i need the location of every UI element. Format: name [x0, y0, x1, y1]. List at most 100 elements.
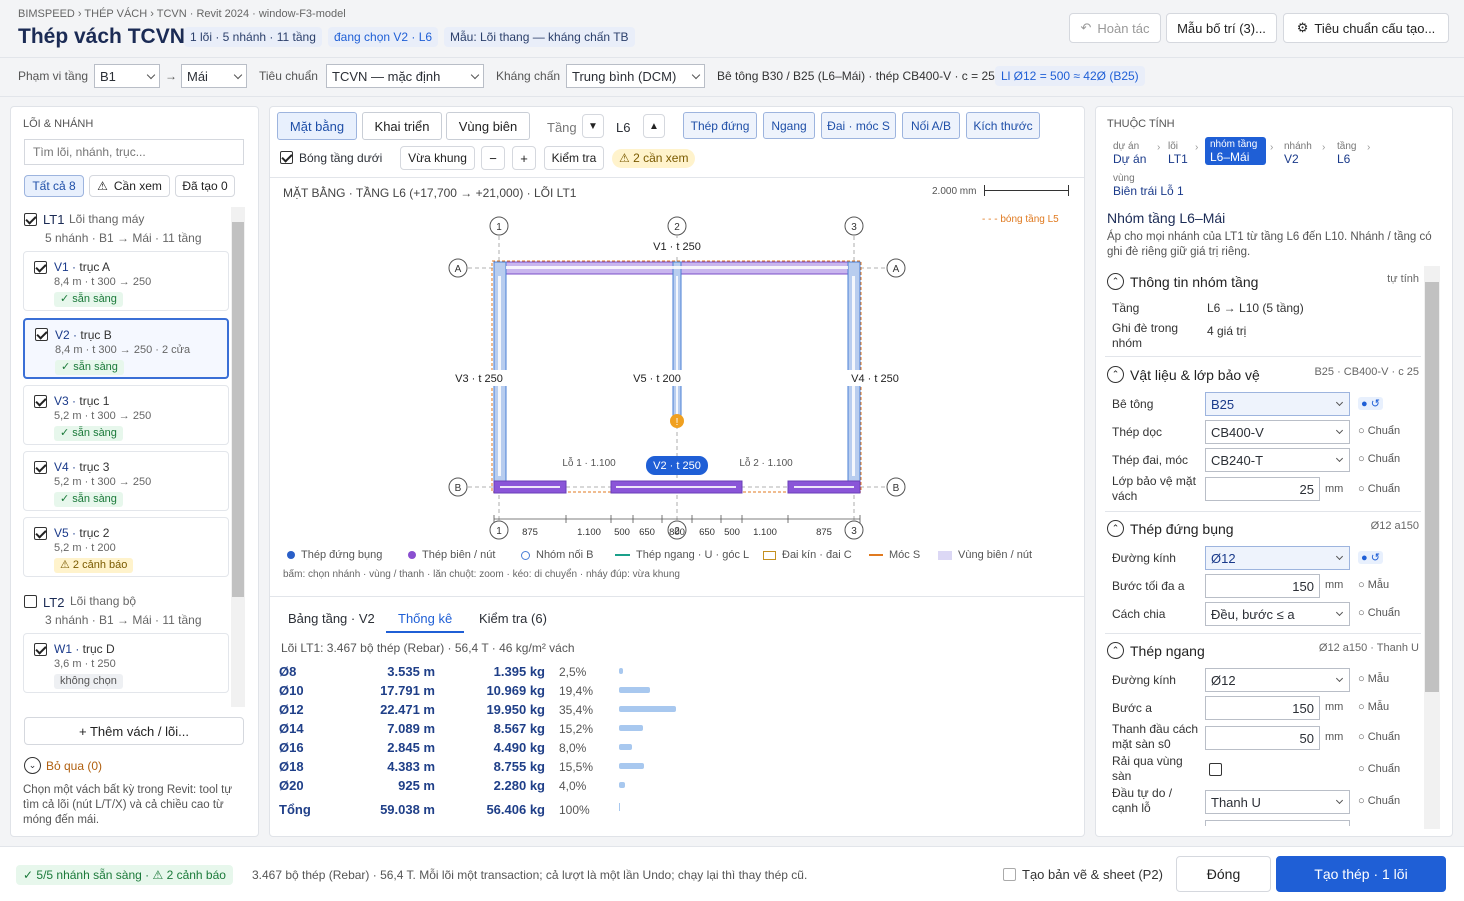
undo-button[interactable]: ↶ Hoàn tác	[1069, 13, 1161, 43]
add-wall-button[interactable]: + Thêm vách / lõi...	[24, 717, 244, 745]
wall-checkbox[interactable]	[34, 461, 47, 474]
wall-card-v1[interactable]: V1 · trục A 8,4 m · t 300 → 250 ✓ sẵn sàng	[23, 251, 229, 311]
crumb-floor-group[interactable]: nhóm tầng L6–Mái	[1205, 137, 1266, 165]
props-scroll-thumb[interactable]	[1425, 282, 1439, 692]
wall-checkbox[interactable]	[34, 527, 47, 540]
chevron-down-icon	[1335, 608, 1344, 617]
distribution-select[interactable]: Đều, bước ≤ a	[1205, 602, 1350, 626]
wall-card-v5[interactable]: V5 · trục 2 5,2 m · t 200 ⚠ 2 cảnh báo	[23, 517, 229, 577]
filter-all-button[interactable]: Tất cả 8	[24, 175, 84, 197]
section-materials[interactable]: ⌃ Vật liệu & lớp bảo vệ	[1107, 366, 1260, 383]
stat-bar	[619, 668, 623, 674]
default-radio[interactable]: ○ Chuẩn	[1358, 483, 1400, 495]
first-bar-offset-input[interactable]: 50	[1205, 726, 1320, 750]
zoom-in-button[interactable]: +	[512, 146, 536, 170]
horizontal-diameter-select[interactable]: Ø12	[1205, 668, 1350, 692]
review-chip[interactable]: ⚠ 2 cần xem	[612, 149, 696, 168]
long-rebar-select[interactable]: CB400-V	[1205, 420, 1350, 444]
toggle-dimensions[interactable]: Kích thước	[966, 112, 1040, 139]
drawing-checkbox[interactable]	[1003, 868, 1016, 881]
lap-info-chip: Ll Ø12 = 500 ≈ 42Ø (B25)	[995, 66, 1145, 86]
crumb-floor[interactable]: tầng L6	[1337, 140, 1356, 166]
free-end-select[interactable]: Thanh U	[1205, 790, 1350, 814]
default-radio[interactable]: ○ Chuẩn	[1358, 425, 1400, 437]
create-rebar-button[interactable]: Tạo thép · 1 lõi	[1276, 856, 1446, 892]
override-toggle[interactable]: ● ↺	[1358, 397, 1383, 410]
concrete-select[interactable]: B25	[1205, 392, 1350, 416]
wall-card-v3[interactable]: V3 · trục 1 5,2 m · t 300 → 250 ✓ sẵn sàng	[23, 385, 229, 445]
close-button[interactable]: Đóng	[1176, 856, 1271, 892]
dim-label: 500	[614, 527, 630, 538]
standard-select[interactable]: TCVN — mặc định	[326, 64, 484, 88]
default-radio[interactable]: ○ Chuẩn	[1358, 795, 1400, 807]
toggle-laps[interactable]: Nối A/B	[902, 112, 960, 139]
default-radio[interactable]: ○ Chuẩn	[1358, 763, 1400, 775]
vertical-diameter-select[interactable]: Ø12	[1205, 546, 1350, 570]
override-toggle[interactable]: ● ↺	[1358, 551, 1383, 564]
opening-label: Lỗ 1 · 1.100	[562, 456, 616, 469]
floor-up-button[interactable]: ▲	[643, 114, 665, 138]
floor-down-button[interactable]: ▼	[582, 114, 604, 138]
template-radio[interactable]: ○ Mẫu	[1358, 673, 1389, 685]
wall-card-v2[interactable]: V2 · trục B 8,4 m · t 300 → 250 · 2 cửa ✓ …	[23, 318, 229, 379]
scale-bar	[984, 190, 1069, 191]
default-radio[interactable]: ○ Chuẩn	[1358, 453, 1400, 465]
tab-plan[interactable]: Mặt bằng	[277, 112, 357, 140]
search-input[interactable]	[24, 139, 244, 165]
floor-from-select[interactable]: B1	[94, 64, 160, 88]
status-badge: ✓ sẵn sàng	[54, 426, 123, 441]
section-floor-group-info[interactable]: ⌃ Thông tin nhóm tầng	[1107, 273, 1258, 290]
wall-card-v4[interactable]: V4 · trục 3 5,2 m · t 300 → 250 ✓ sẵn sàng	[23, 451, 229, 511]
filter-created-button[interactable]: Đã tạo 0	[175, 175, 235, 197]
tab-elevation[interactable]: Khai triển	[362, 112, 442, 140]
filter-review-button[interactable]: ⚠ Cần xem	[89, 175, 170, 197]
warning-icon: ⚠	[619, 151, 634, 165]
shadow-checkbox[interactable]	[280, 151, 293, 164]
skip-toggle[interactable]: ⌄ Bỏ qua (0)	[24, 757, 102, 774]
default-radio[interactable]: ○ Chuẩn	[1358, 607, 1400, 619]
chevron-down-icon	[1335, 796, 1344, 805]
core-lt1-checkbox[interactable]	[24, 213, 37, 226]
template-radio[interactable]: ○ Mẫu	[1358, 579, 1389, 591]
zoom-out-button[interactable]: −	[481, 146, 505, 170]
section-vertical-rebar[interactable]: ⌃ Thép đứng bụng	[1107, 520, 1234, 537]
dim-label: 875	[522, 527, 538, 538]
toggle-horizontal-rebar[interactable]: Ngang	[763, 112, 815, 139]
properties-title: THUỘC TÍNH	[1107, 118, 1175, 130]
standard-settings-button[interactable]: ⚙ Tiêu chuẩn cấu tạo...	[1283, 13, 1449, 43]
tab-floor-table[interactable]: Bảng tầng · V2	[288, 611, 375, 626]
tab-statistics[interactable]: Thống kê	[398, 611, 452, 626]
section-horizontal-rebar[interactable]: ⌃ Thép ngang	[1107, 642, 1205, 659]
wall-checkbox[interactable]	[34, 643, 47, 656]
max-spacing-input[interactable]: 150	[1205, 574, 1320, 598]
floor-to-select[interactable]: Mái	[181, 64, 247, 88]
wall-card-w1[interactable]: W1 · trục D 3,6 m · t 250 không chọn	[23, 633, 229, 693]
crumb-zone[interactable]: vùng Biên trái Lỗ 1	[1113, 172, 1184, 198]
toggle-ties[interactable]: Đai · móc S	[821, 112, 896, 139]
template-radio[interactable]: ○ Mẫu	[1358, 701, 1389, 713]
group-desc: Áp cho mọi nhánh của LT1 từ tầng L6 đến …	[1107, 231, 1432, 258]
spacing-input[interactable]: 150	[1205, 696, 1320, 720]
through-slab-checkbox[interactable]	[1209, 763, 1222, 776]
wall-checkbox[interactable]	[34, 395, 47, 408]
wall-checkbox[interactable]	[34, 261, 47, 274]
tie-rebar-select[interactable]: CB240-T	[1205, 448, 1350, 472]
layout-template-button[interactable]: Mẫu bố trí (3)...	[1166, 13, 1277, 43]
crumb-branch[interactable]: nhánh V2	[1284, 140, 1312, 166]
tab-boundary[interactable]: Vùng biên	[446, 112, 530, 140]
check-button[interactable]: Kiểm tra	[544, 146, 604, 170]
seismic-select[interactable]: Trung bình (DCM)	[566, 64, 705, 88]
prop-label: Lớp bảo vệ mặt vách	[1112, 474, 1196, 503]
crumb-project[interactable]: dự án Dự án	[1113, 140, 1146, 166]
plan-drawing[interactable]: 1 2 3 A A B B 1 2 3 ! V1 · t 250 V3 · t …	[440, 212, 920, 542]
core-lt2-checkbox[interactable]	[24, 595, 37, 608]
default-radio[interactable]: ○ Chuẩn	[1358, 731, 1400, 743]
wall-checkbox[interactable]	[35, 328, 48, 341]
tab-check[interactable]: Kiểm tra (6)	[479, 611, 547, 626]
fit-button[interactable]: Vừa khung	[400, 146, 475, 170]
scrollbar-thumb[interactable]	[232, 222, 244, 597]
toggle-vertical-rebar[interactable]: Thép đứng	[683, 112, 757, 139]
wall-label-v2: V2 · t 250	[653, 460, 701, 472]
crumb-core[interactable]: lõi LT1	[1168, 140, 1188, 166]
cover-input[interactable]: 25	[1205, 477, 1320, 501]
